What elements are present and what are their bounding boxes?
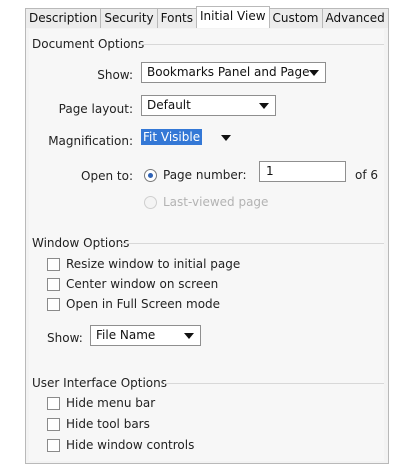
hide-menu-bar-label: Hide menu bar bbox=[66, 396, 156, 410]
last-viewed-radio[interactable] bbox=[144, 196, 157, 209]
document-options-divider bbox=[140, 44, 384, 45]
page-number-label: Page number: bbox=[163, 168, 247, 182]
page-number-input[interactable]: 1 bbox=[259, 161, 346, 182]
chevron-down-icon bbox=[309, 70, 319, 76]
window-options-divider bbox=[120, 243, 384, 244]
tab-initial-view[interactable]: Initial View bbox=[196, 6, 270, 28]
tab-bar: Description Security Fonts Initial View … bbox=[25, 6, 389, 29]
magnification-dropdown[interactable]: Fit Visible bbox=[141, 128, 235, 149]
hide-tool-bars-checkbox[interactable] bbox=[47, 418, 60, 431]
hide-window-controls-label: Hide window controls bbox=[66, 438, 195, 452]
window-show-value: File Name bbox=[96, 328, 156, 342]
ui-options-title: User Interface Options bbox=[32, 376, 168, 390]
center-window-checkbox[interactable] bbox=[47, 278, 60, 291]
resize-window-label: Resize window to initial page bbox=[66, 257, 241, 271]
page-number-radio[interactable] bbox=[144, 169, 157, 182]
resize-window-checkbox[interactable] bbox=[47, 258, 60, 271]
chevron-down-icon bbox=[221, 135, 231, 141]
window-options-title: Window Options bbox=[32, 236, 130, 250]
hide-tool-bars-label: Hide tool bars bbox=[66, 417, 150, 431]
show-dropdown-value: Bookmarks Panel and Page bbox=[147, 65, 310, 79]
chevron-down-icon bbox=[184, 333, 194, 339]
full-screen-checkbox[interactable] bbox=[47, 298, 60, 311]
window-show-label: Show: bbox=[47, 331, 83, 345]
tab-advanced[interactable]: Advanced bbox=[321, 8, 389, 28]
page-layout-value: Default bbox=[147, 98, 191, 112]
hide-menu-bar-checkbox[interactable] bbox=[47, 397, 60, 410]
tab-custom[interactable]: Custom bbox=[268, 8, 323, 28]
ui-options-divider bbox=[164, 383, 384, 384]
magnification-label: Magnification: bbox=[48, 134, 133, 148]
show-dropdown[interactable]: Bookmarks Panel and Page bbox=[141, 62, 326, 83]
tab-security[interactable]: Security bbox=[100, 8, 158, 28]
document-options-title: Document Options bbox=[32, 37, 145, 51]
last-viewed-label: Last-viewed page bbox=[163, 195, 269, 209]
hide-window-controls-checkbox[interactable] bbox=[47, 439, 60, 452]
tab-fonts[interactable]: Fonts bbox=[156, 8, 198, 28]
page-layout-label: Page layout: bbox=[58, 102, 133, 116]
open-to-label: Open to: bbox=[81, 169, 133, 183]
show-label: Show: bbox=[97, 68, 133, 82]
magnification-value: Fit Visible bbox=[141, 129, 203, 145]
center-window-label: Center window on screen bbox=[66, 277, 219, 291]
window-show-dropdown[interactable]: File Name bbox=[90, 325, 201, 346]
page-layout-dropdown[interactable]: Default bbox=[141, 95, 276, 116]
tab-description[interactable]: Description bbox=[25, 8, 102, 28]
chevron-down-icon bbox=[259, 103, 269, 109]
full-screen-label: Open in Full Screen mode bbox=[66, 297, 221, 311]
page-total-text: of 6 bbox=[355, 168, 379, 182]
